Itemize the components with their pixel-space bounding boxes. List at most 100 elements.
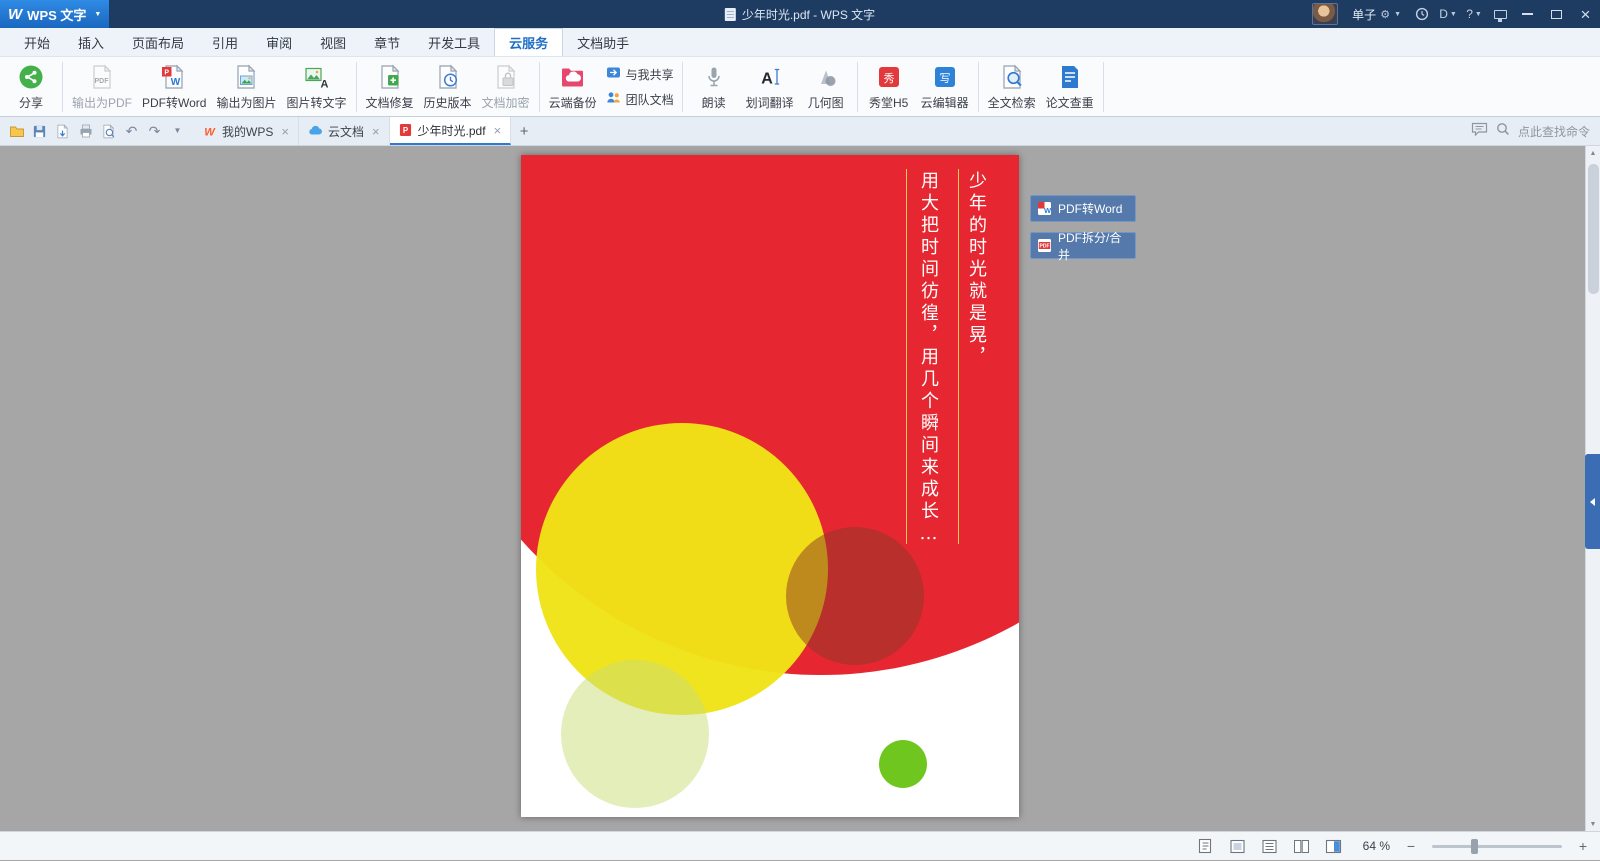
tab-view[interactable]: 视图 <box>306 28 360 56</box>
export-button[interactable] <box>52 120 73 142</box>
share-button[interactable]: 分享 <box>4 59 58 115</box>
ribbon-tab-bar: 开始 插入 页面布局 引用 审阅 视图 章节 开发工具 云服务 文档助手 <box>0 28 1600 57</box>
zoom-slider-thumb[interactable] <box>1471 839 1478 854</box>
open-file-button[interactable] <box>6 120 27 142</box>
split-view-icon[interactable] <box>1324 837 1342 855</box>
doc-tab-active-pdf[interactable]: P 少年时光.pdf × <box>390 117 512 145</box>
read-aloud-button[interactable]: 朗读 <box>687 59 741 115</box>
side-panel-toggle[interactable] <box>1585 454 1600 549</box>
ribbon-toolbar: 分享 PDF 输出为PDF W P PDF转Word 输出为图片 <box>0 57 1600 117</box>
pdf-split-merge-floating-button[interactable]: PDF PDF拆分/合并 <box>1030 232 1136 259</box>
svg-text:W: W <box>1044 206 1052 215</box>
doc-repair-icon <box>376 64 404 91</box>
window-title: 少年时光.pdf - WPS 文字 <box>725 0 875 28</box>
user-avatar[interactable] <box>1312 3 1338 25</box>
paper-check-icon <box>1056 64 1084 91</box>
zoom-slider[interactable] <box>1432 845 1562 848</box>
close-icon[interactable]: × <box>372 124 380 139</box>
command-search-input[interactable]: 点此查找命令 <box>1518 123 1590 140</box>
svg-text:A: A <box>761 71 773 88</box>
feedback-icon[interactable] <box>1471 122 1488 141</box>
tab-section[interactable]: 章节 <box>360 28 414 56</box>
history-version-button[interactable]: 历史版本 <box>419 59 477 115</box>
sync-icon[interactable] <box>1409 0 1435 28</box>
pdf-to-word-button[interactable]: W P PDF转Word <box>137 59 211 115</box>
ribbon-separator <box>539 62 540 112</box>
book-view-icon[interactable] <box>1292 837 1310 855</box>
redo-button[interactable]: ↷ <box>144 120 165 142</box>
button-label: 输出为图片 <box>216 94 276 111</box>
wps-app-menu-button[interactable]: W WPS 文字 ▼ <box>0 0 109 28</box>
close-icon[interactable]: × <box>281 124 289 139</box>
chevron-down-icon: ▼ <box>94 11 101 18</box>
window-title-text: 少年时光.pdf - WPS 文字 <box>742 6 875 23</box>
export-pdf-button: PDF 输出为PDF <box>67 59 137 115</box>
doc-tab-my-wps[interactable]: W 我的WPS × <box>194 117 299 145</box>
full-text-search-button[interactable]: 全文检索 <box>983 59 1041 115</box>
close-icon[interactable]: × <box>494 123 502 138</box>
button-label: 全文检索 <box>988 94 1036 111</box>
maximize-button[interactable] <box>1542 0 1571 28</box>
doc-tab-cloud-docs[interactable]: 云文档 × <box>299 117 390 145</box>
print-preview-button[interactable] <box>98 120 119 142</box>
word-translate-button[interactable]: A 划词翻译 <box>741 59 799 115</box>
shared-with-me-button[interactable]: 与我共享 <box>606 65 674 83</box>
button-label: 朗读 <box>702 94 726 111</box>
zoom-level-value: 64 % <box>1356 839 1390 853</box>
full-text-search-icon <box>998 64 1026 91</box>
xiutang-h5-button[interactable]: 秀 秀堂H5 <box>862 59 916 115</box>
zoom-in-button[interactable]: + <box>1576 838 1590 854</box>
doc-tab-label: 少年时光.pdf <box>418 122 486 139</box>
paper-check-button[interactable]: 论文查重 <box>1041 59 1099 115</box>
print-button[interactable] <box>75 120 96 142</box>
doc-repair-button[interactable]: 文档修复 <box>361 59 419 115</box>
tab-dev-tools[interactable]: 开发工具 <box>414 28 494 56</box>
help-menu-icon[interactable]: ?▼ <box>1461 0 1487 28</box>
continuous-view-icon[interactable] <box>1260 837 1278 855</box>
chevron-left-icon <box>1590 498 1595 506</box>
svg-text:W: W <box>171 77 181 88</box>
tab-insert[interactable]: 插入 <box>64 28 118 56</box>
undo-button[interactable]: ↶ <box>121 120 142 142</box>
button-label: 秀堂H5 <box>869 94 908 111</box>
quick-toolbar-more-button[interactable]: ▼ <box>167 120 188 142</box>
switch-window-icon[interactable] <box>1487 0 1513 28</box>
geometry-button[interactable]: 几何图 <box>799 59 853 115</box>
new-tab-button[interactable]: + <box>511 117 537 145</box>
document-canvas: 少年的时光就是晃， 用大把时间彷徨，用几个瞬间来成长… W PDF转Word P… <box>0 146 1600 831</box>
team-docs-button[interactable]: 团队文档 <box>606 90 674 108</box>
caret-browse-icon[interactable] <box>1196 837 1214 855</box>
tab-review[interactable]: 审阅 <box>252 28 306 56</box>
wps-home-icon: W <box>203 125 216 138</box>
svg-text:写: 写 <box>939 73 950 85</box>
user-account-menu[interactable]: 单子 ⚙ ▼ <box>1344 6 1409 23</box>
image-to-text-button[interactable]: A 图片转文字 <box>282 59 352 115</box>
pdf-page[interactable]: 少年的时光就是晃， 用大把时间彷徨，用几个瞬间来成长… <box>521 155 1019 817</box>
tab-home[interactable]: 开始 <box>10 28 64 56</box>
tab-page-layout[interactable]: 页面布局 <box>118 28 198 56</box>
tab-doc-assistant[interactable]: 文档助手 <box>563 28 643 56</box>
button-label: 云端备份 <box>549 94 597 111</box>
search-icon[interactable] <box>1496 122 1510 141</box>
scrollbar-thumb[interactable] <box>1588 164 1599 294</box>
page-view-icon[interactable] <box>1228 837 1246 855</box>
scroll-down-arrow[interactable]: ▼ <box>1586 817 1600 831</box>
pdf-to-word-floating-button[interactable]: W PDF转Word <box>1030 195 1136 222</box>
minimize-button[interactable] <box>1513 0 1542 28</box>
history-version-icon <box>434 64 462 91</box>
close-button[interactable]: × <box>1571 0 1600 28</box>
svg-text:A: A <box>320 79 328 91</box>
tab-references[interactable]: 引用 <box>198 28 252 56</box>
ribbon-separator <box>62 62 63 112</box>
zoom-out-button[interactable]: − <box>1404 838 1418 854</box>
save-button[interactable] <box>29 120 50 142</box>
tools-menu-icon[interactable]: D▼ <box>1435 0 1461 28</box>
button-label: 与我共享 <box>626 66 674 83</box>
svg-text:P: P <box>165 69 170 76</box>
cloud-backup-button[interactable]: 云端备份 <box>544 59 602 115</box>
export-image-button[interactable]: 输出为图片 <box>211 59 281 115</box>
tab-cloud-services[interactable]: 云服务 <box>494 28 563 56</box>
cloud-editor-button[interactable]: 写 云编辑器 <box>916 59 974 115</box>
scroll-up-arrow[interactable]: ▲ <box>1586 146 1600 160</box>
shared-with-me-icon <box>606 65 621 83</box>
